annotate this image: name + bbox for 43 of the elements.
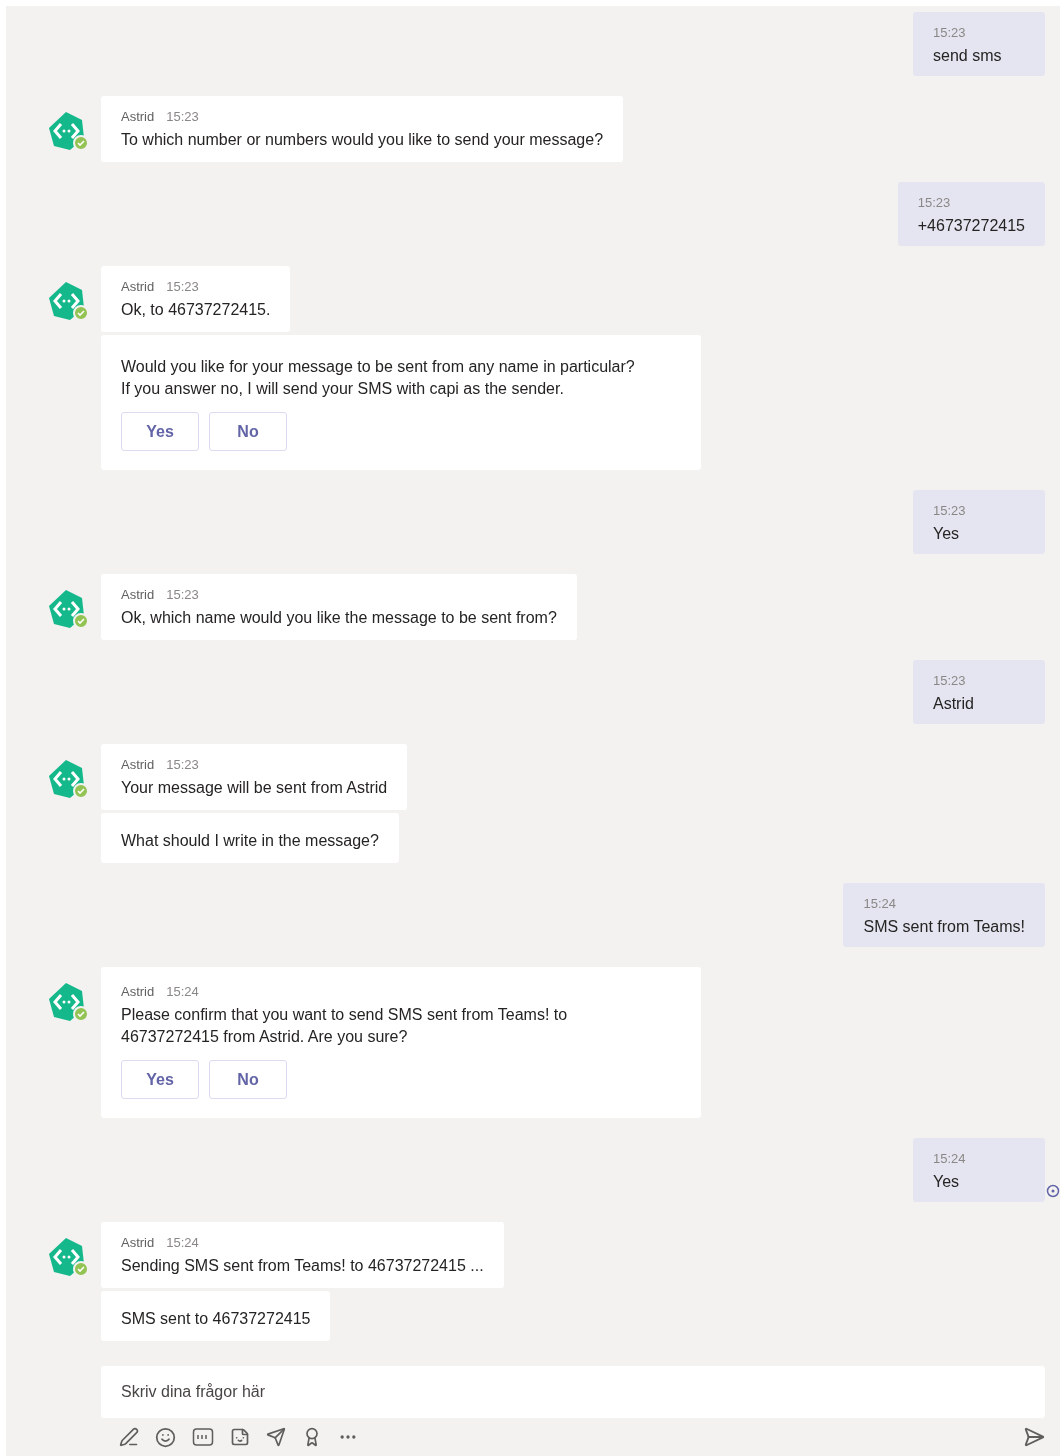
- sender-name: Astrid: [121, 587, 155, 603]
- message-text: +46737272415: [917, 216, 1025, 236]
- message-text: Yes: [933, 524, 961, 544]
- choice-button[interactable]: Yes: [121, 1060, 199, 1099]
- sender-name: Astrid: [121, 109, 155, 125]
- message-time: 15:23: [166, 587, 199, 603]
- message-time: 15:24: [166, 1235, 199, 1251]
- sender-name: Astrid: [121, 984, 155, 1000]
- message-text: send sms: [933, 46, 1003, 66]
- send-arrow-icon[interactable]: [266, 1427, 286, 1447]
- format-icon[interactable]: [119, 1427, 139, 1447]
- message-time: 15:23: [166, 757, 199, 773]
- message-text: What should I write in the message?: [121, 831, 379, 851]
- emoji-icon[interactable]: [155, 1426, 176, 1448]
- message-text: Sending SMS sent from Teams! to 46737272415 ...: [121, 1256, 484, 1276]
- message-time: 15:24: [166, 984, 199, 1000]
- sender-name: Astrid: [121, 1235, 155, 1251]
- message-text: Your message will be sent from Astrid: [121, 778, 388, 798]
- message-time: 15:24: [933, 1151, 966, 1167]
- message-text: Ok, which name would you like the message to be sent from?: [121, 608, 557, 628]
- message-time: 15:23: [933, 673, 966, 689]
- message-text: Ok, to 46737272415.: [121, 300, 271, 320]
- message-text: To which number or numbers would you like to send your message?: [121, 130, 604, 150]
- message-time: 15:23: [933, 503, 966, 519]
- message-text: Please confirm that you want to send SMS sent from Teams! to 46737272415 from Astrid. Are you sure?: [121, 1005, 569, 1047]
- sticker-icon[interactable]: [230, 1427, 250, 1447]
- choice-button[interactable]: Yes: [121, 412, 199, 451]
- choice-button[interactable]: No: [209, 1060, 287, 1099]
- sender-name: Astrid: [121, 757, 155, 773]
- message-time: 15:23: [166, 109, 199, 125]
- choice-button[interactable]: No: [209, 412, 287, 451]
- send-icon[interactable]: [1023, 1426, 1045, 1448]
- message-text: Yes: [933, 1172, 961, 1192]
- message-time: 15:24: [863, 896, 896, 912]
- message-time: 15:23: [917, 195, 951, 211]
- message-time: 15:23: [166, 279, 199, 295]
- message-input-field[interactable]: Skriv dina frågor här: [101, 1366, 1045, 1418]
- message-text: SMS sent from Teams!: [863, 917, 1025, 937]
- message-text: SMS sent to 46737272415: [121, 1309, 311, 1329]
- sender-name: Astrid: [121, 279, 155, 295]
- message-text: Would you like for your message to be sent from any name in particular? If you answer no, I will send your SMS with capi as the sender.: [121, 357, 636, 399]
- message-time: 15:23: [933, 25, 966, 41]
- message-text: Astrid: [933, 694, 975, 714]
